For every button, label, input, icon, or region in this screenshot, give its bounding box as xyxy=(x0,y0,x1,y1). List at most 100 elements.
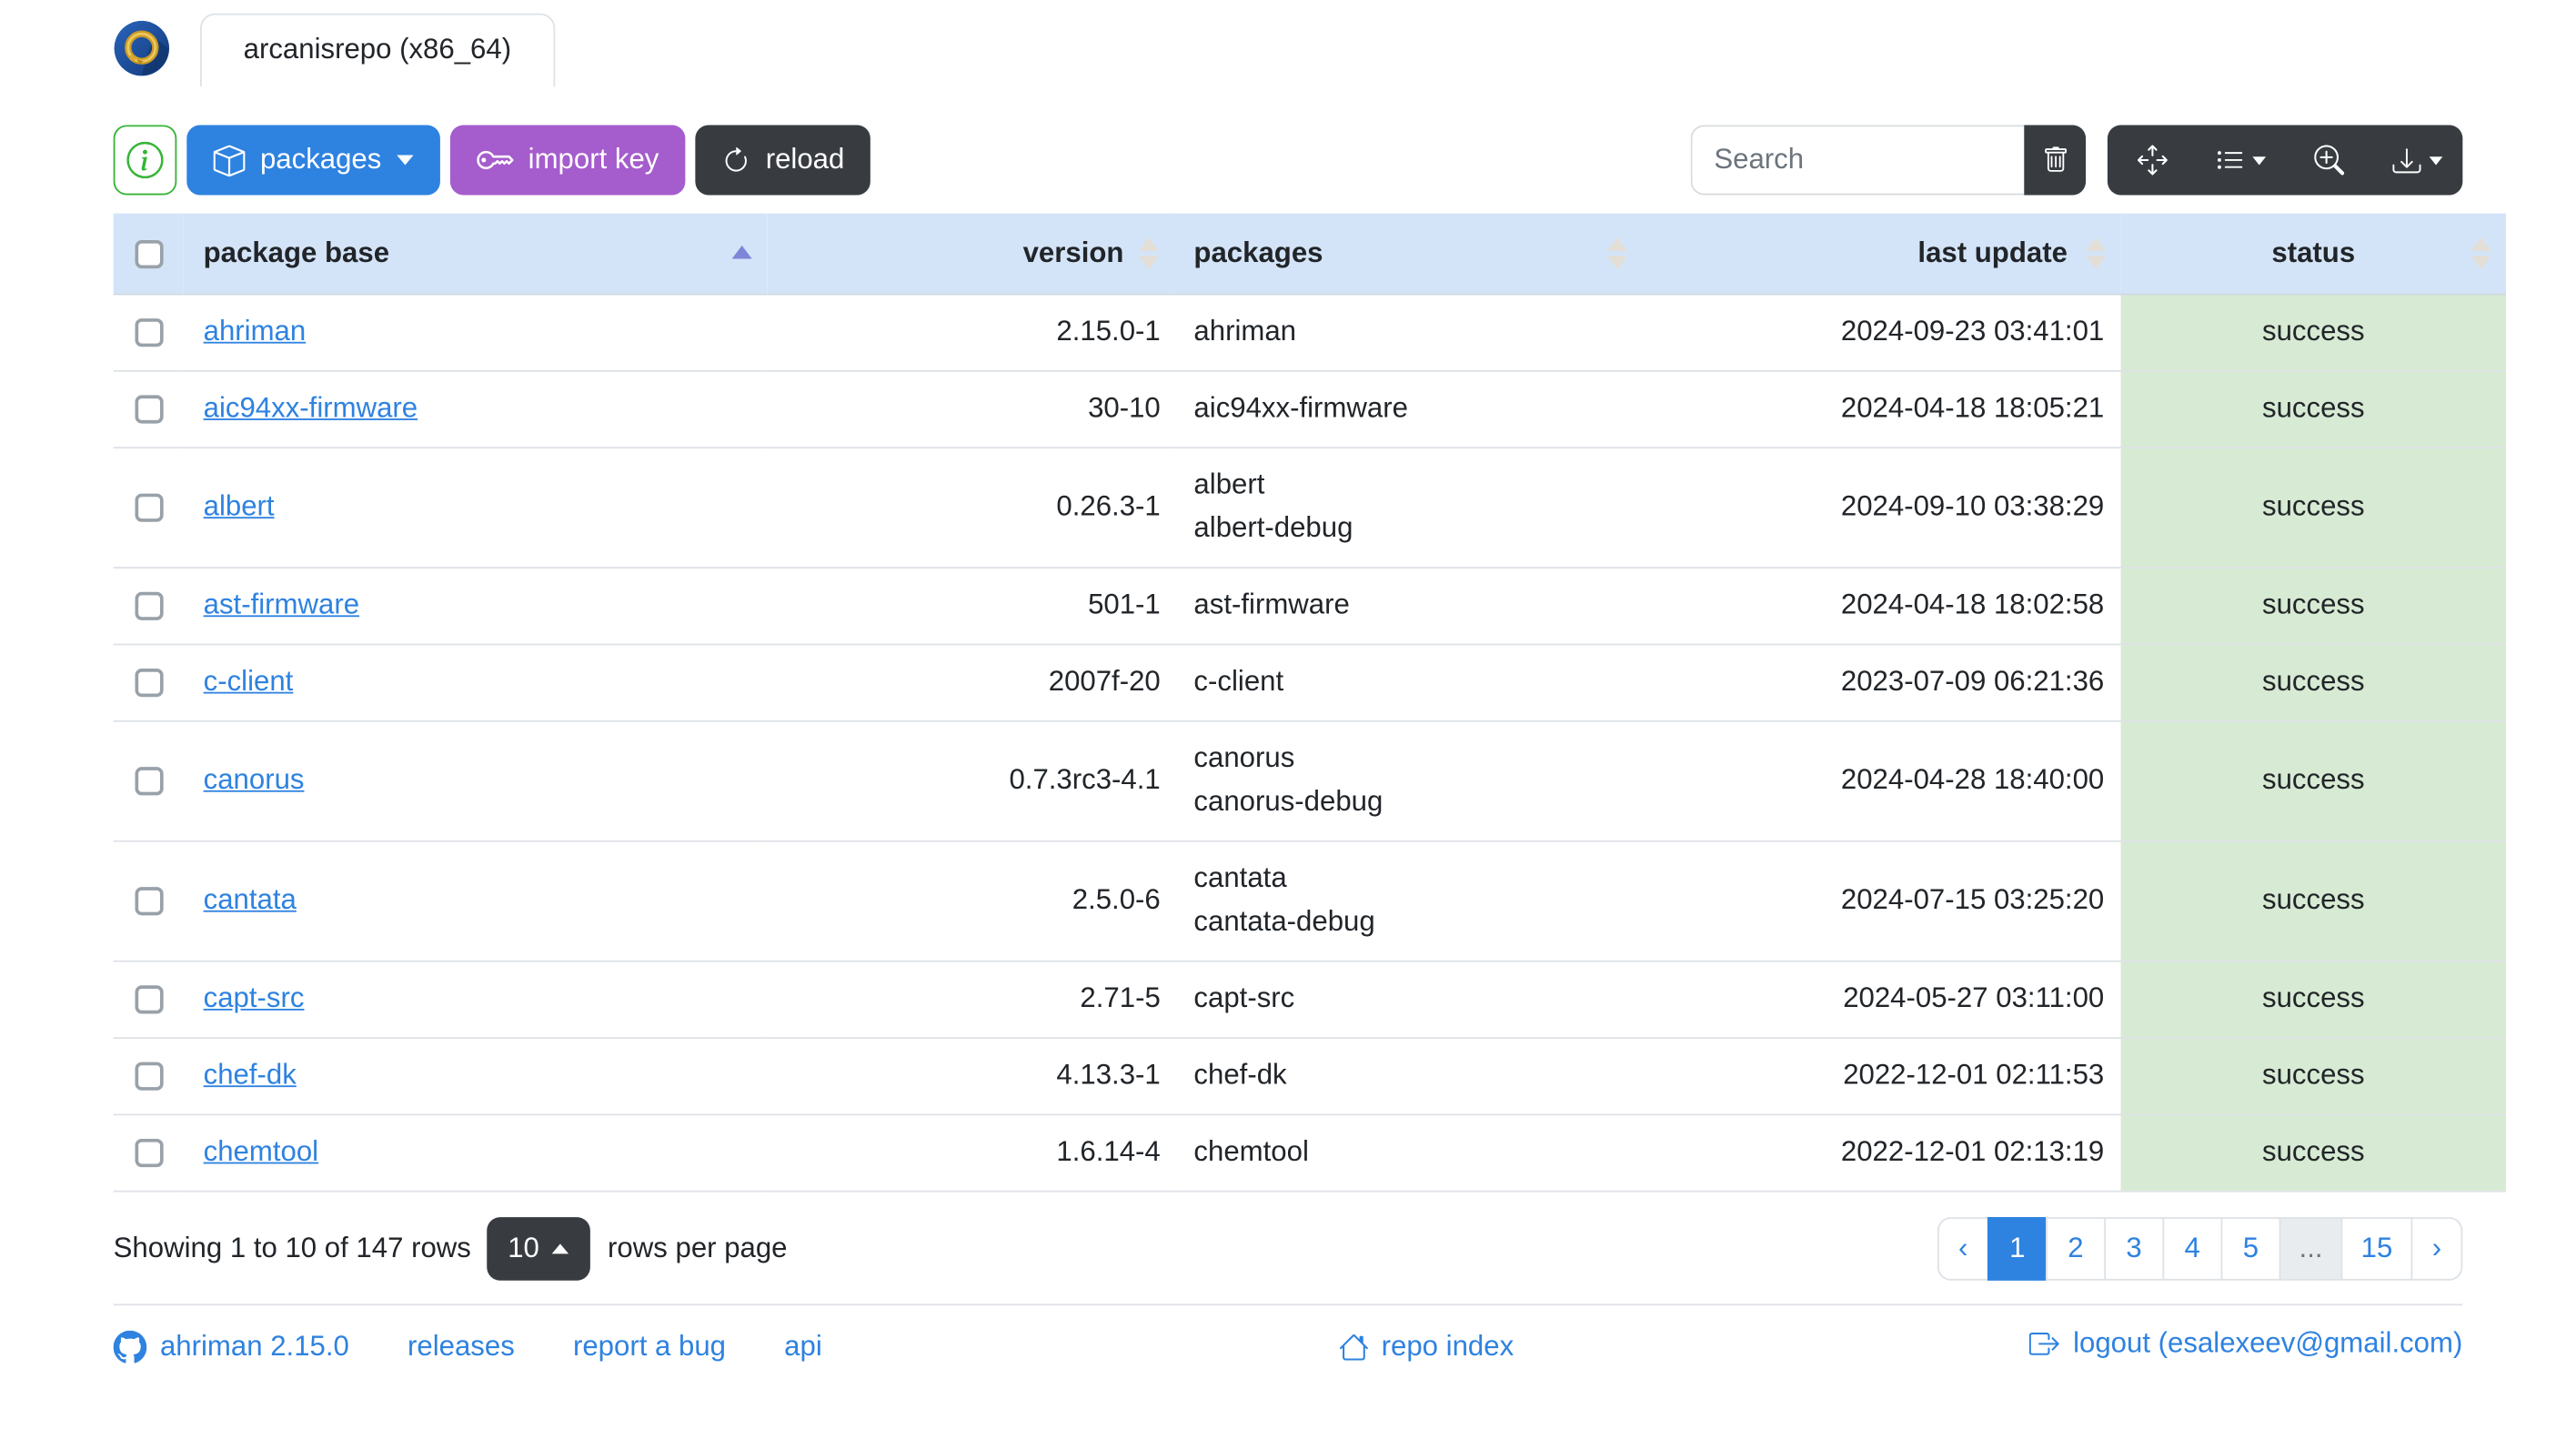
row-checkbox[interactable] xyxy=(134,985,163,1014)
page-button-1[interactable]: 1 xyxy=(1987,1216,2048,1280)
packages-button-label: packages xyxy=(259,143,382,176)
page-button-3[interactable]: 3 xyxy=(2104,1216,2165,1280)
fullscreen-search-button[interactable] xyxy=(2285,125,2374,195)
package-name: c-client xyxy=(1193,665,1284,698)
info-button[interactable] xyxy=(113,125,177,196)
github-icon xyxy=(113,1329,147,1364)
packages-cell: ahriman xyxy=(1173,293,1643,371)
packages-dropdown-button[interactable]: packages xyxy=(186,125,440,196)
page-button-4[interactable]: 4 xyxy=(2162,1216,2223,1280)
logout-icon xyxy=(2029,1328,2060,1358)
search-group xyxy=(1690,125,2087,196)
packages-cell: chemtool xyxy=(1173,1113,1643,1192)
last-update-cell: 2024-04-28 18:40:00 xyxy=(1642,720,2121,841)
row-select-cell xyxy=(113,1113,184,1192)
status-cell: success xyxy=(2120,369,2507,448)
row-checkbox[interactable] xyxy=(134,318,163,347)
package-base-link[interactable]: chemtool xyxy=(204,1135,318,1167)
version-cell: 2.5.0-6 xyxy=(767,840,1174,961)
column-header-package-base[interactable]: package base xyxy=(183,213,768,295)
column-label: packages xyxy=(1193,236,1323,268)
packages-table: package base version packages last updat… xyxy=(113,213,2507,1192)
package-base-link[interactable]: albert xyxy=(204,490,275,522)
row-select-cell xyxy=(113,447,184,569)
column-header-status[interactable]: status xyxy=(2120,213,2507,295)
package-base-link[interactable]: cantata xyxy=(204,883,297,915)
pagination-bar: Showing 1 to 10 of 147 rows 10 rows per … xyxy=(114,1214,2463,1281)
row-checkbox[interactable] xyxy=(134,591,163,620)
package-name: cantata-debug xyxy=(1193,905,1375,938)
repo-index-label: repo index xyxy=(1381,1329,1514,1362)
import-key-button[interactable]: import key xyxy=(449,125,686,196)
footer-center: repo index xyxy=(822,1330,2030,1364)
clear-search-button[interactable] xyxy=(2024,125,2087,196)
top-bar: arcanisrepo (x86_64) xyxy=(0,0,2576,87)
packages-cell: albert albert-debug xyxy=(1173,447,1643,569)
chevron-down-icon xyxy=(396,155,414,166)
row-checkbox[interactable] xyxy=(134,395,163,424)
column-header-packages[interactable]: packages xyxy=(1173,213,1643,295)
import-key-button-label: import key xyxy=(528,143,659,176)
reload-button[interactable]: reload xyxy=(695,125,871,196)
fullscreen-button[interactable] xyxy=(2108,125,2197,195)
packages-cell: capt-src xyxy=(1173,960,1643,1039)
package-base-cell: albert xyxy=(183,447,768,569)
row-checkbox[interactable] xyxy=(134,493,163,522)
package-base-cell: c-client xyxy=(183,643,768,721)
footer-divider xyxy=(113,1303,2463,1305)
page-size-value: 10 xyxy=(508,1231,539,1263)
package-base-link[interactable]: c-client xyxy=(204,665,294,697)
last-update-cell: 2024-04-18 18:02:58 xyxy=(1642,567,2121,645)
select-all-checkbox[interactable] xyxy=(134,239,163,268)
footer-right: logout (esalexeev@gmail.com) xyxy=(2029,1326,2462,1366)
arrow-clockwise-icon xyxy=(722,146,750,174)
releases-link[interactable]: releases xyxy=(408,1330,515,1364)
next-page-button[interactable]: › xyxy=(2410,1216,2463,1280)
column-header-last-update[interactable]: last update xyxy=(1642,213,2121,295)
prev-page-button[interactable]: ‹ xyxy=(1937,1216,1989,1280)
ahriman-version-link[interactable]: ahriman 2.15.0 xyxy=(113,1329,349,1364)
row-checkbox[interactable] xyxy=(134,887,163,916)
row-checkbox[interactable] xyxy=(134,1062,163,1091)
info-circle-icon xyxy=(126,141,164,179)
report-bug-link[interactable]: report a bug xyxy=(573,1330,726,1364)
home-icon xyxy=(1338,1332,1368,1362)
export-dropdown-button[interactable] xyxy=(2374,125,2463,195)
package-base-link[interactable]: ahriman xyxy=(204,315,307,347)
table-header: package base version packages last updat… xyxy=(113,213,2507,295)
package-name: ahriman xyxy=(1193,315,1297,347)
package-base-link[interactable]: canorus xyxy=(204,764,305,796)
page-button-2[interactable]: 2 xyxy=(2045,1216,2106,1280)
status-cell: success xyxy=(2120,720,2507,841)
version-cell: 2.15.0-1 xyxy=(767,293,1174,371)
packages-cell: ast-firmware xyxy=(1173,567,1643,645)
package-base-link[interactable]: capt-src xyxy=(204,982,305,1014)
repo-index-link[interactable]: repo index xyxy=(1338,1330,1514,1364)
package-base-link[interactable]: chef-dk xyxy=(204,1059,297,1091)
api-link[interactable]: api xyxy=(784,1330,822,1364)
column-header-version[interactable]: version xyxy=(767,213,1174,295)
table-row: cantata 2.5.0-6 cantata cantata-debug 2024-0… xyxy=(113,840,2507,961)
logout-link[interactable]: logout (esalexeev@gmail.com) xyxy=(2029,1326,2462,1360)
row-checkbox[interactable] xyxy=(134,1138,163,1168)
repository-tab[interactable]: arcanisrepo (x86_64) xyxy=(199,13,555,87)
row-checkbox[interactable] xyxy=(134,767,163,796)
last-update-cell: 2024-09-23 03:41:01 xyxy=(1642,293,2121,371)
row-checkbox[interactable] xyxy=(134,669,163,698)
status-cell: success xyxy=(2120,293,2507,371)
search-input[interactable] xyxy=(1690,125,2025,196)
columns-dropdown-button[interactable] xyxy=(2197,125,2286,195)
status-cell: success xyxy=(2120,1037,2507,1115)
package-base-cell: chemtool xyxy=(183,1113,768,1192)
row-select-cell xyxy=(113,960,184,1039)
packages-cell: aic94xx-firmware xyxy=(1173,369,1643,448)
page-button-15[interactable]: 15 xyxy=(2340,1216,2413,1280)
package-base-link[interactable]: aic94xx-firmware xyxy=(204,392,418,424)
column-label: last update xyxy=(1917,236,2068,268)
version-cell: 2007f-20 xyxy=(767,643,1174,721)
page-size-dropdown-button[interactable]: 10 xyxy=(486,1216,591,1280)
last-update-cell: 2024-07-15 03:25:20 xyxy=(1642,840,2121,961)
package-base-link[interactable]: ast-firmware xyxy=(204,589,359,620)
page-button-5[interactable]: 5 xyxy=(2220,1216,2281,1280)
row-select-cell xyxy=(113,720,184,841)
